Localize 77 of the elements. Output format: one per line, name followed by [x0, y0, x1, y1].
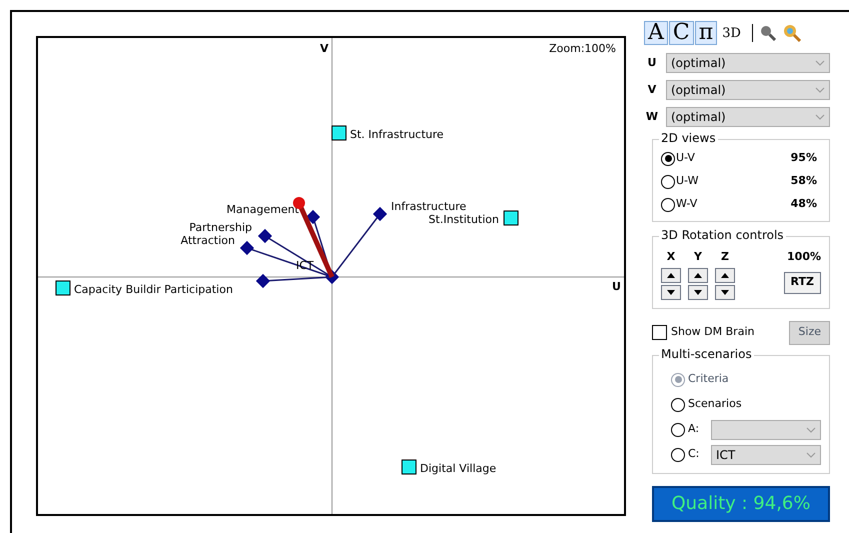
radio-button[interactable]: [671, 448, 685, 462]
rotation-axis-label: Y: [694, 249, 702, 265]
dropdown-value: ICT: [716, 446, 736, 464]
dropdown[interactable]: (optimal): [666, 80, 830, 100]
up-arrow-icon: [667, 272, 675, 278]
criterion-label: Attraction: [180, 234, 235, 247]
group-title: Multi-scenarios: [659, 348, 754, 360]
axis-name: W: [644, 108, 660, 125]
toolbar-toggle[interactable]: 3D: [718, 21, 745, 45]
action-label: Capacity Buildir Participation: [74, 283, 233, 296]
reset-button[interactable]: RTZ: [784, 272, 821, 294]
dropdown-value: (optimal): [671, 109, 726, 126]
up-arrow-icon: [694, 272, 702, 278]
dropdown[interactable]: ICT: [711, 444, 821, 464]
rotate-down-button[interactable]: [715, 284, 735, 300]
radio-button[interactable]: [671, 398, 685, 412]
option-label: Scenarios: [688, 396, 742, 412]
chevron-down-icon: [806, 426, 816, 432]
group-title: 2D views: [659, 132, 718, 144]
criterion-label: Partnership: [189, 221, 252, 234]
rotate-up-button[interactable]: [688, 268, 708, 282]
down-arrow-icon: [694, 290, 702, 294]
option-label: A:: [688, 421, 700, 438]
checkbox[interactable]: [652, 325, 667, 340]
chevron-down-icon: [815, 60, 825, 66]
rotate-down-button[interactable]: [661, 284, 681, 300]
down-arrow-icon: [721, 290, 729, 294]
action-marker: [56, 280, 70, 296]
rotation-axis-label: Z: [721, 249, 729, 265]
dropdown[interactable]: (optimal): [666, 107, 830, 127]
action-label: St.Institution: [428, 213, 499, 226]
size-button[interactable]: Size: [789, 320, 830, 344]
chevron-down-icon: [806, 452, 816, 458]
view-percent: 95%: [790, 150, 817, 166]
group-title: 3D Rotation controls: [659, 229, 786, 241]
dropdown-value: (optimal): [671, 55, 726, 72]
axis-label: U: [612, 280, 621, 293]
option-label: C:: [688, 446, 700, 462]
rotation-percent: 100%: [787, 249, 821, 265]
chevron-down-icon: [815, 114, 825, 120]
zoom-in-icon[interactable]: [782, 24, 801, 42]
radio-button[interactable]: [661, 174, 675, 188]
axis-label: V: [320, 42, 329, 55]
view-percent: 58%: [790, 173, 817, 190]
rotation-axis-label: X: [666, 249, 676, 265]
radio-button[interactable]: [661, 198, 675, 212]
toolbar-toggle[interactable]: C: [668, 21, 694, 45]
view-label: U-W: [676, 173, 698, 190]
rotate-up-button[interactable]: [715, 268, 735, 282]
radio-button[interactable]: [661, 152, 675, 166]
action-marker: [504, 210, 518, 226]
zoom-label: Zoom:100%: [549, 42, 616, 55]
view-label: U-V: [676, 150, 695, 166]
rotate-up-button[interactable]: [661, 268, 681, 282]
radio-button[interactable]: [671, 422, 685, 436]
action-label: St. Infrastructure: [350, 128, 444, 141]
axis-name: V: [646, 82, 658, 98]
quality-indicator: Quality : 94,6%: [652, 486, 830, 522]
view-label: W-V: [676, 196, 698, 212]
action-marker: [332, 126, 346, 140]
toolbar-toggle[interactable]: π: [694, 21, 718, 45]
toolbar-toggle[interactable]: A: [644, 21, 668, 45]
down-arrow-icon: [667, 290, 675, 294]
dropdown-value: (optimal): [671, 82, 726, 99]
up-arrow-icon: [721, 272, 729, 278]
view-percent: 48%: [790, 196, 817, 212]
option-label: Criteria: [688, 371, 729, 388]
action-label: Digital Village: [420, 462, 496, 475]
dropdown[interactable]: (optimal): [666, 53, 830, 73]
rotate-down-button[interactable]: [688, 284, 708, 300]
axis-name: U: [646, 54, 658, 71]
chevron-down-icon: [815, 87, 825, 93]
criterion-label: Management: [226, 203, 299, 216]
action-marker: [402, 460, 416, 474]
criterion-label: Infrastructure: [391, 200, 466, 213]
zoom-out-icon[interactable]: [760, 25, 776, 41]
checkbox-label: Show DM Brain: [671, 324, 754, 340]
